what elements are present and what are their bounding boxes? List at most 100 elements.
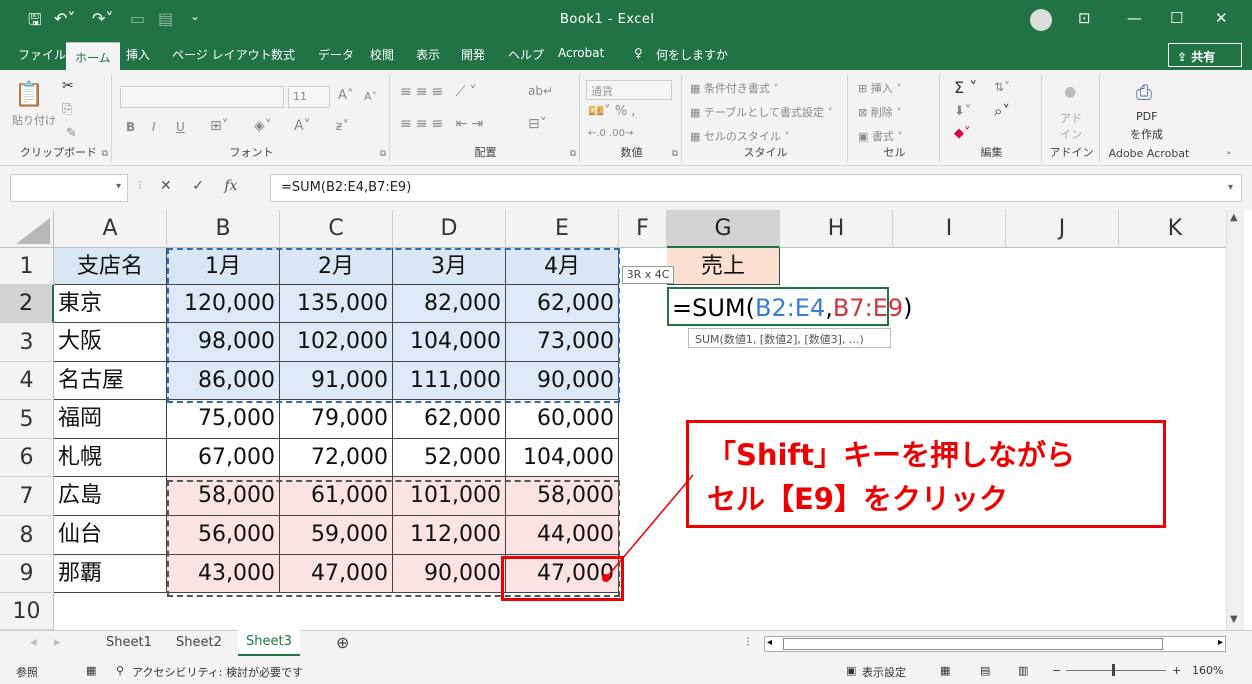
vertical-scrollbar[interactable]: ▲ ▼ xyxy=(1226,210,1244,630)
currency-percent-icons[interactable]: 💴˅ % , xyxy=(588,104,635,119)
cell-a2[interactable]: 東京 xyxy=(54,285,167,323)
accessibility-icon[interactable]: ⚲ xyxy=(116,664,124,677)
expand-formula-icon[interactable]: ▾ xyxy=(1228,182,1233,193)
cell-e2[interactable]: 62,000 xyxy=(506,285,619,323)
vertical-align-icons[interactable]: ≡≡≡ ⟋˅ xyxy=(400,84,480,100)
tab-page-layout[interactable]: ページ レイアウト xyxy=(172,46,272,63)
cell-c8[interactable]: 59,000 xyxy=(280,516,393,555)
cell-d8[interactable]: 112,000 xyxy=(393,516,506,555)
addin-icon[interactable]: ● xyxy=(1064,84,1076,100)
underline-button[interactable]: U xyxy=(176,120,185,134)
cell-d9[interactable]: 90,000 xyxy=(393,555,506,593)
row-header-3[interactable]: 3 xyxy=(0,323,54,362)
alignment-launcher-icon[interactable]: ⧉ xyxy=(570,149,576,159)
format-painter-icon[interactable]: ✎ xyxy=(66,126,77,141)
cell-styles-button[interactable]: ▦ セルのスタイル ˅ xyxy=(690,128,790,144)
paste-icon[interactable]: 📋 xyxy=(14,80,44,108)
font-color-icon[interactable]: A˅ xyxy=(294,118,311,134)
close-icon[interactable]: ✕ xyxy=(1215,9,1228,27)
col-header-i[interactable]: I xyxy=(893,210,1006,248)
cell-c9[interactable]: 47,000 xyxy=(280,555,393,593)
format-as-table-button[interactable]: ▦ テーブルとして書式設定 ˅ xyxy=(690,104,833,120)
tell-me-search[interactable]: 何をしますか xyxy=(656,46,728,63)
cell-c3[interactable]: 102,000 xyxy=(280,323,393,362)
bold-button[interactable]: B xyxy=(126,120,135,134)
print-preview-icon[interactable]: ▭ xyxy=(130,9,145,28)
pdf-button-line1[interactable]: PDF xyxy=(1136,110,1157,123)
enter-formula-icon[interactable]: ✓ xyxy=(192,178,204,194)
cell-e7[interactable]: 58,000 xyxy=(506,477,619,516)
row-header-5[interactable]: 5 xyxy=(0,400,54,439)
cell-d7[interactable]: 101,000 xyxy=(393,477,506,516)
maximize-icon[interactable]: ☐ xyxy=(1170,9,1183,27)
number-format-select[interactable]: 通貨 xyxy=(586,80,672,100)
row-header-1[interactable]: 1 xyxy=(0,248,54,285)
redo-icon[interactable]: ↷˅ xyxy=(92,9,113,28)
cell-e4[interactable]: 90,000 xyxy=(506,362,619,400)
tab-acrobat[interactable]: Acrobat xyxy=(558,46,604,60)
tab-developer[interactable]: 開発 xyxy=(461,46,485,63)
col-header-a[interactable]: A xyxy=(54,210,167,248)
clipboard-launcher-icon[interactable]: ⧉ xyxy=(102,149,108,159)
cell-g1[interactable]: 売上 xyxy=(667,248,780,285)
scroll-thumb[interactable] xyxy=(783,638,1163,650)
cell-c7[interactable]: 61,000 xyxy=(280,477,393,516)
cell-d4[interactable]: 111,000 xyxy=(393,362,506,400)
pdf-create-icon[interactable]: ⎙ xyxy=(1136,80,1152,104)
col-header-h[interactable]: H xyxy=(780,210,893,248)
zoom-out-icon[interactable]: − xyxy=(1052,664,1061,677)
cell-e5[interactable]: 60,000 xyxy=(506,400,619,439)
tab-view[interactable]: 表示 xyxy=(416,46,440,63)
addin-button[interactable]: アド イン xyxy=(1060,110,1082,142)
formula-input[interactable]: =SUM(B2:E4,B7:E9) xyxy=(270,174,1242,202)
form-icon[interactable]: ▤ xyxy=(158,9,173,28)
page-layout-view-icon[interactable]: ▤ xyxy=(980,664,990,677)
col-header-e[interactable]: E xyxy=(506,210,619,248)
cell-a4[interactable]: 名古屋 xyxy=(54,362,167,400)
cell-a9[interactable]: 那覇 xyxy=(54,555,167,593)
zoom-in-icon[interactable]: + xyxy=(1172,664,1181,677)
horizontal-scrollbar[interactable]: ◂ ▸ xyxy=(764,636,1226,652)
cell-d5[interactable]: 62,000 xyxy=(393,400,506,439)
insert-function-icon[interactable]: fx xyxy=(224,178,237,194)
tab-review[interactable]: 校閲 xyxy=(370,46,394,63)
cell-b7[interactable]: 58,000 xyxy=(167,477,280,516)
fill-icon[interactable]: ⬇˅ xyxy=(954,104,971,119)
insert-cells-button[interactable]: ⊞ 挿入 ˅ xyxy=(858,80,902,96)
row-header-2[interactable]: 2 xyxy=(0,285,54,323)
scroll-down-icon[interactable]: ▼ xyxy=(1230,614,1238,625)
sheet-tab-2[interactable]: Sheet2 xyxy=(176,635,222,650)
conditional-format-button[interactable]: ▦ 条件付き書式 ˅ xyxy=(690,80,779,96)
cell-b3[interactable]: 98,000 xyxy=(167,323,280,362)
horizontal-align-icons[interactable]: ≡≡≡ ⇤⇥ xyxy=(400,116,487,132)
sheet-prev-icon[interactable]: ◂ xyxy=(30,635,37,650)
cell-a5[interactable]: 福岡 xyxy=(54,400,167,439)
undo-icon[interactable]: ↶˅ xyxy=(54,9,75,28)
cell-a1[interactable]: 支店名 xyxy=(54,248,167,285)
sheet-tab-1[interactable]: Sheet1 xyxy=(106,635,152,650)
format-cells-button[interactable]: ▣ 書式 ˅ xyxy=(858,128,903,144)
tab-split-icon[interactable]: ⁝ xyxy=(746,635,750,650)
font-launcher-icon[interactable]: ⧉ xyxy=(380,149,386,159)
display-settings-icon[interactable]: ▣ xyxy=(846,664,856,677)
tab-home[interactable]: ホーム xyxy=(66,42,120,70)
customize-qat-icon[interactable]: ⌄ xyxy=(190,9,200,23)
name-box-dropdown-icon[interactable]: ▾ xyxy=(116,181,121,192)
cell-e9[interactable]: 47,000 xyxy=(506,555,619,593)
col-header-c[interactable]: C xyxy=(280,210,393,248)
cell-c5[interactable]: 79,000 xyxy=(280,400,393,439)
cell-b2[interactable]: 120,000 xyxy=(167,285,280,323)
cut-icon[interactable]: ✂ xyxy=(62,78,74,94)
share-button[interactable]: ⇪ 共有 xyxy=(1168,43,1242,67)
cell-a3[interactable]: 大阪 xyxy=(54,323,167,362)
cell-e3[interactable]: 73,000 xyxy=(506,323,619,362)
delete-cells-button[interactable]: ⊠ 削除 ˅ xyxy=(858,104,902,120)
tab-insert[interactable]: 挿入 xyxy=(126,46,150,63)
decimal-icons[interactable]: ←.0 .00→ xyxy=(588,128,633,139)
shrink-font-icon[interactable]: A˅ xyxy=(364,90,377,103)
row-header-6[interactable]: 6 xyxy=(0,439,54,477)
find-select-icon[interactable]: ⌕˅ xyxy=(994,102,1010,120)
cell-b9[interactable]: 43,000 xyxy=(167,555,280,593)
page-break-view-icon[interactable]: ▥ xyxy=(1018,664,1028,677)
col-header-j[interactable]: J xyxy=(1006,210,1119,248)
